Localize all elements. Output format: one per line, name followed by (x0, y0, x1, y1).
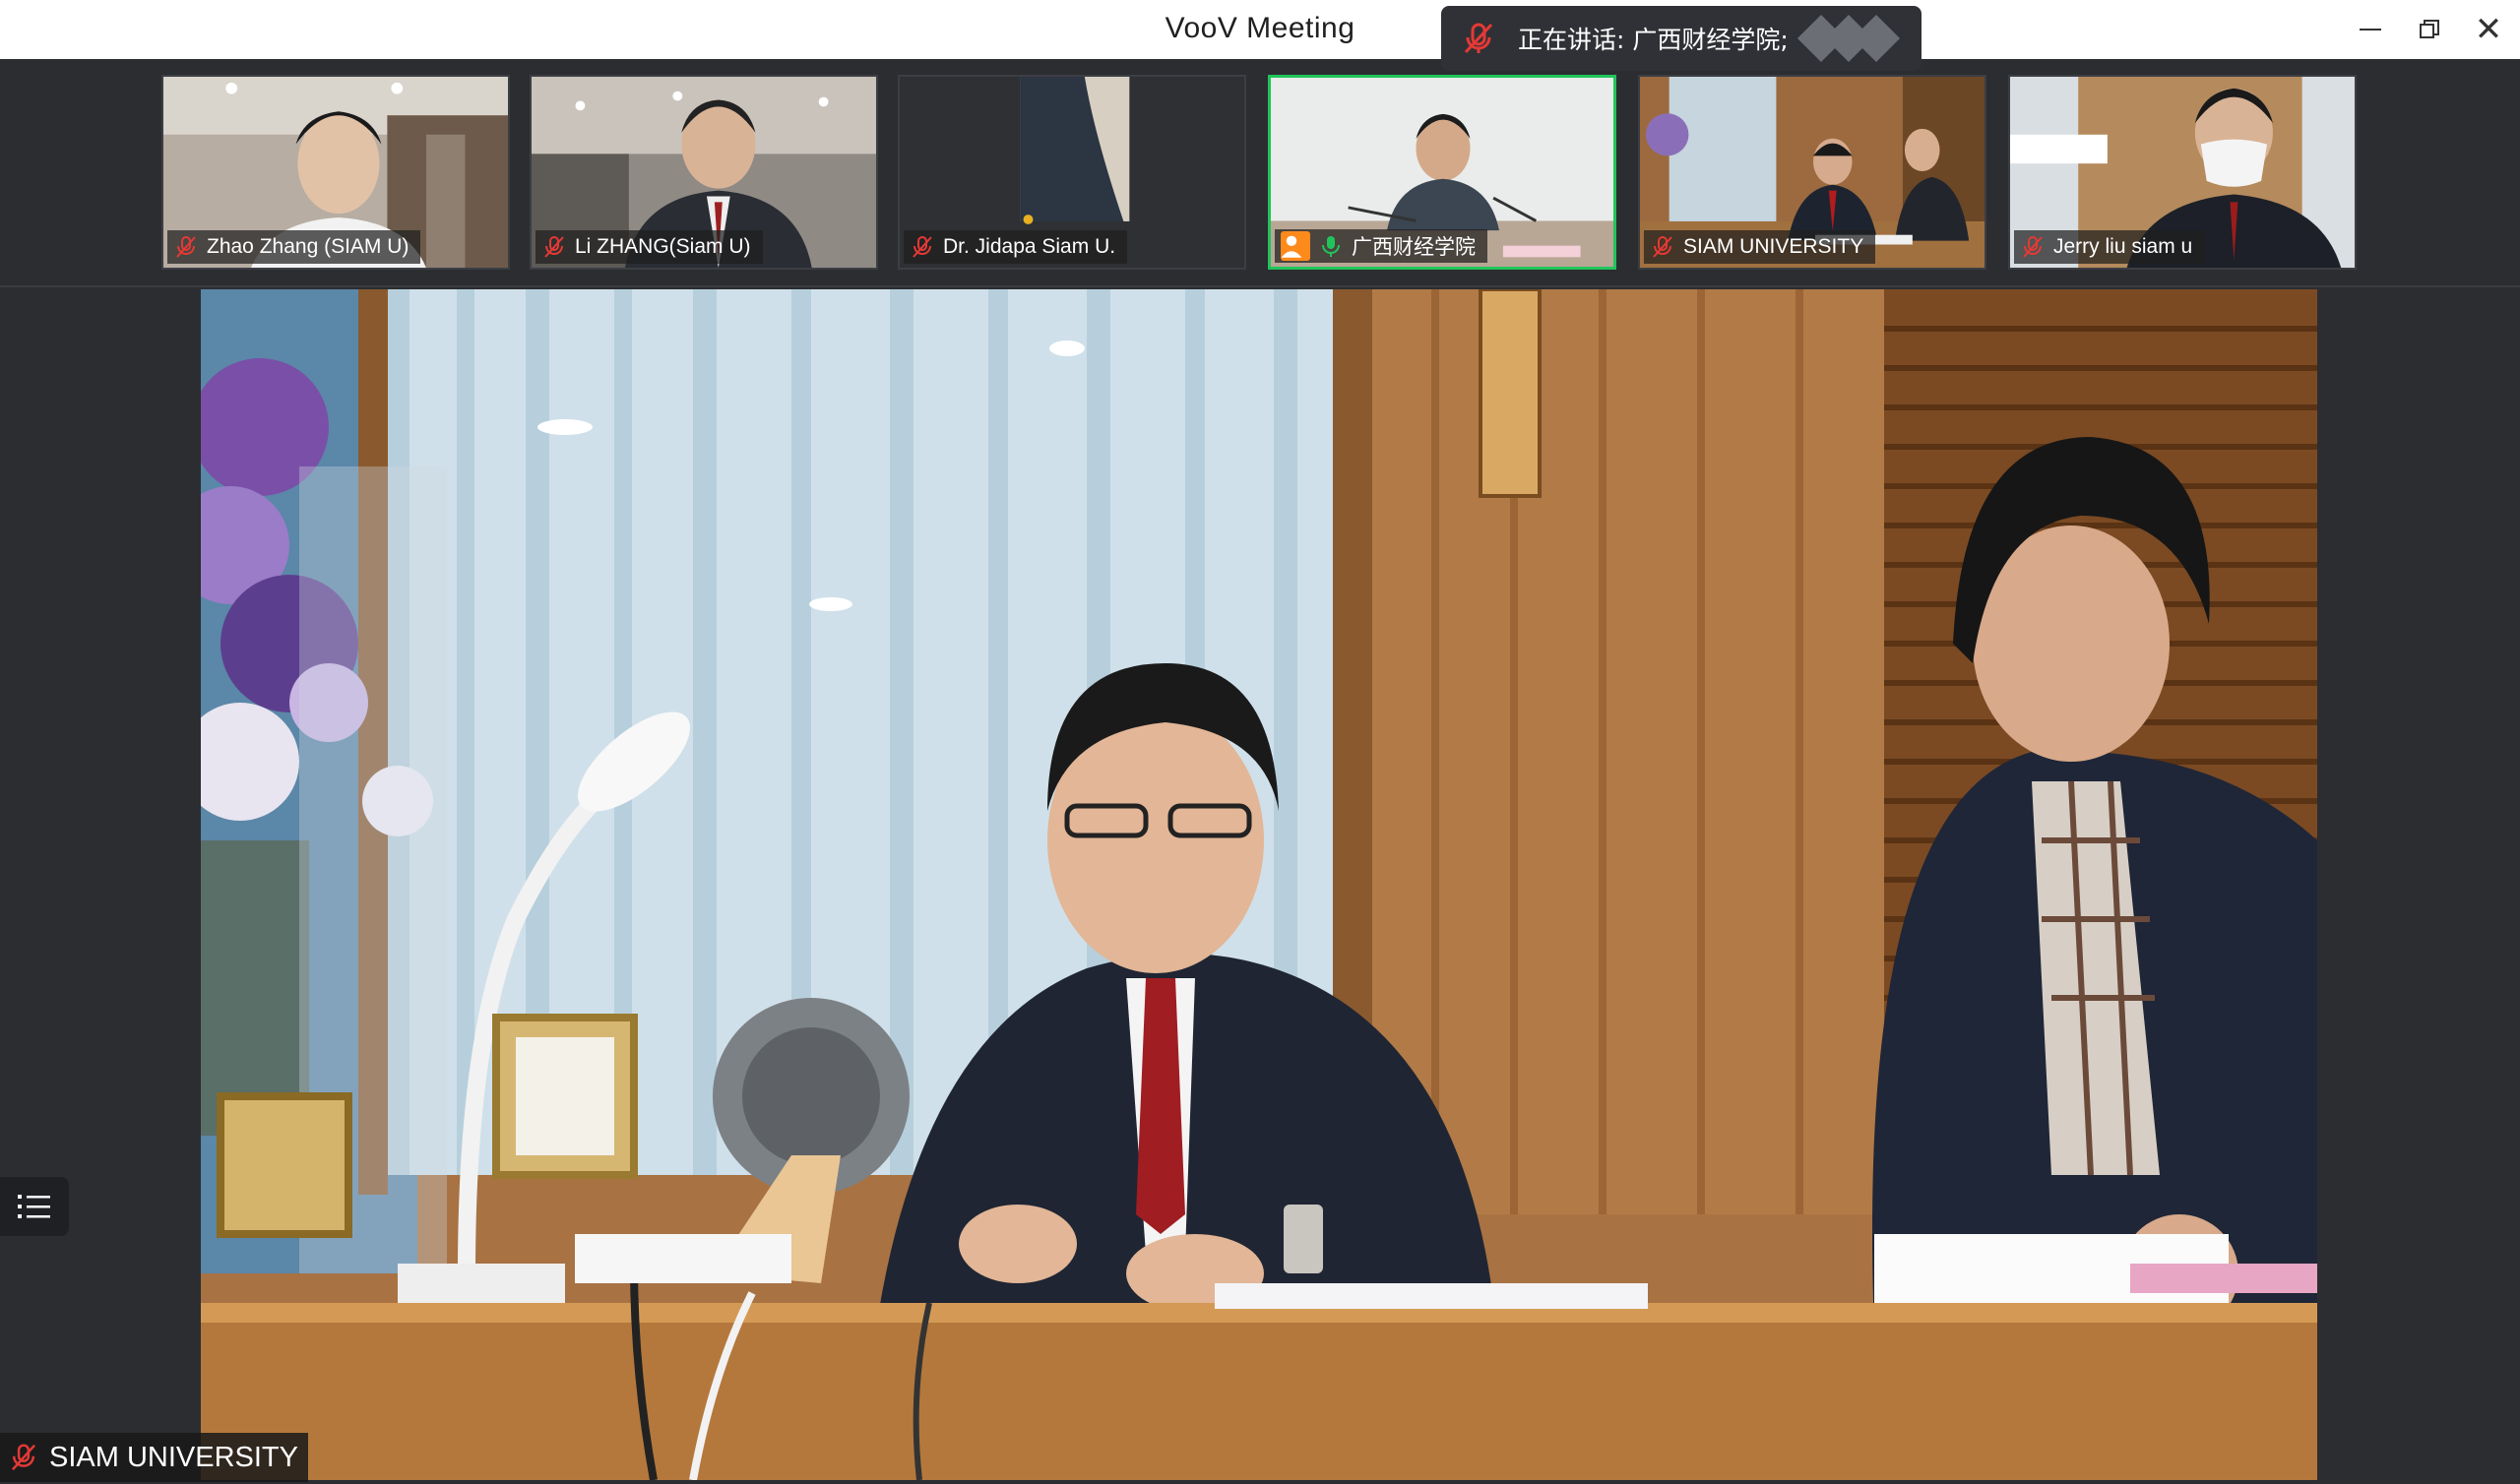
mic-muted-icon (1464, 23, 1493, 54)
mic-muted-icon (12, 1444, 35, 1471)
participant-label: SIAM UNIVERSITY (1644, 230, 1876, 264)
participant-tile[interactable]: Zhao Zhang (SIAM U) (161, 75, 510, 270)
participant-tile[interactable]: SIAM UNIVERSITY (1638, 75, 1986, 270)
mic-muted-icon (176, 236, 196, 258)
main-video[interactable] (201, 289, 2317, 1480)
participant-label: 广西财经学院 (1275, 229, 1487, 263)
title-bar: VooV Meeting ✕ (0, 0, 2520, 59)
list-icon (18, 1195, 50, 1218)
main-view-name: SIAM UNIVERSITY (49, 1441, 298, 1473)
close-icon: ✕ (2474, 11, 2503, 48)
participant-tile[interactable]: Jerry liu siam u (2008, 75, 2357, 270)
mic-muted-icon (2023, 236, 2043, 258)
speaker-avatar-icon (1796, 14, 1905, 63)
participant-name: 广西财经学院 (1352, 236, 1476, 259)
participant-name: Zhao Zhang (SIAM U) (207, 235, 410, 258)
participant-name: Dr. Jidapa Siam U. (943, 235, 1116, 258)
participant-label: Zhao Zhang (SIAM U) (167, 230, 421, 264)
window-title: VooV Meeting (1165, 12, 1355, 44)
mic-active-icon (1322, 236, 1340, 257)
main-video-feed (201, 289, 2317, 1480)
participant-strip: Zhao Zhang (SIAM U) Li ZHANG(Siam U) Dr.… (0, 59, 2520, 287)
speaking-banner: 正在讲话: 广西财经学院; (1441, 6, 1922, 71)
mic-muted-icon (544, 236, 564, 258)
restore-icon (2420, 20, 2439, 38)
participant-name: Jerry liu siam u (2053, 235, 2193, 258)
participant-tile-active[interactable]: 广西财经学院 (1268, 75, 1616, 270)
restore-button[interactable] (2408, 10, 2451, 49)
mic-muted-icon (1653, 236, 1672, 258)
mic-muted-icon (913, 236, 932, 258)
minimize-button[interactable] (2349, 10, 2392, 49)
participant-tile[interactable]: Li ZHANG(Siam U) (530, 75, 878, 270)
speaking-text: 正在讲话: 广西财经学院; (1518, 26, 1789, 54)
minimize-icon (2360, 29, 2381, 31)
participant-list-button[interactable] (0, 1177, 69, 1236)
close-button[interactable]: ✕ (2467, 10, 2510, 49)
participant-label: Dr. Jidapa Siam U. (904, 230, 1128, 264)
participant-label: Jerry liu siam u (2014, 230, 2205, 264)
host-icon (1281, 231, 1310, 261)
main-view-label: SIAM UNIVERSITY (0, 1433, 308, 1482)
participant-name: Li ZHANG(Siam U) (575, 235, 751, 258)
participant-tile[interactable]: Dr. Jidapa Siam U. (898, 75, 1246, 270)
participant-name: SIAM UNIVERSITY (1683, 235, 1864, 258)
participant-label: Li ZHANG(Siam U) (536, 230, 763, 264)
